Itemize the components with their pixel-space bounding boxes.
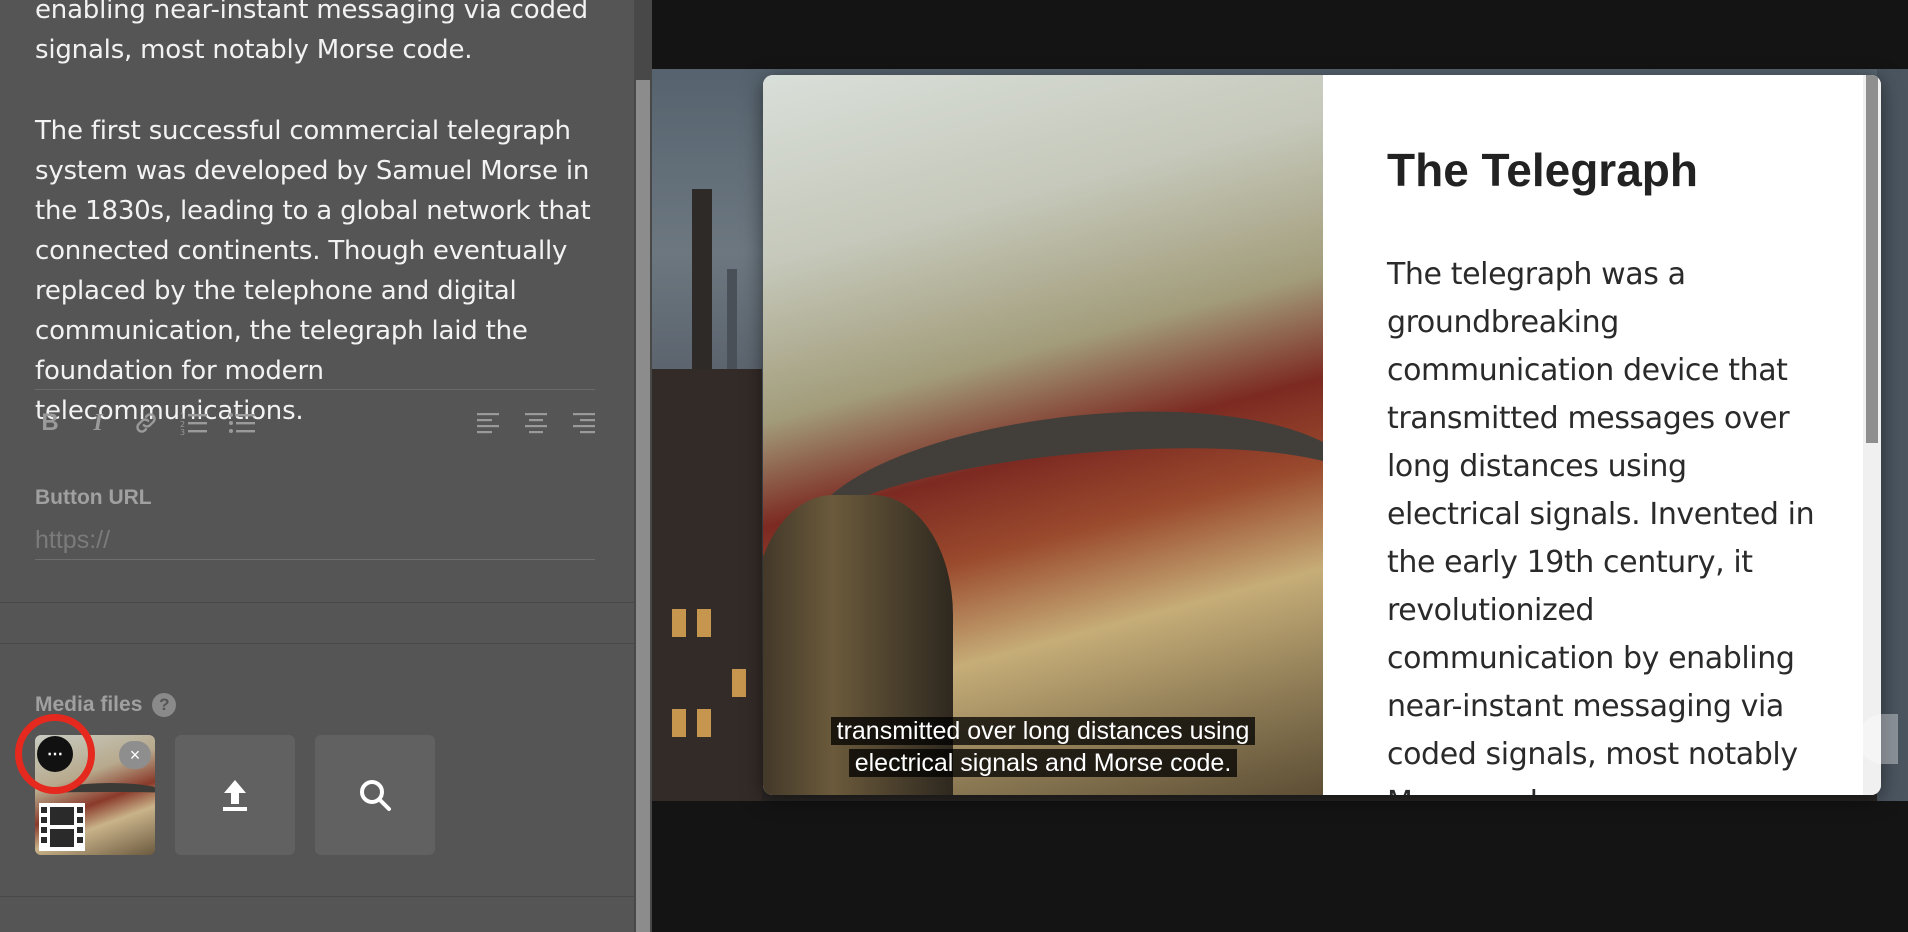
align-right-button[interactable] (564, 405, 604, 441)
caption-line: transmitted over long distances using (830, 717, 1256, 745)
film-icon (39, 803, 85, 851)
text-field-divider (35, 389, 595, 390)
italic-button[interactable]: I (78, 405, 118, 441)
bold-button[interactable]: B (30, 405, 70, 441)
help-icon[interactable]: ? (152, 693, 177, 717)
align-left-icon (477, 413, 499, 434)
ordered-list-button[interactable]: 123 (174, 405, 214, 441)
slide-scrollbar-thumb[interactable] (1866, 75, 1878, 443)
slide-video[interactable]: transmitted over long distances using el… (763, 75, 1323, 795)
button-url-label: Button URL (35, 486, 152, 509)
slide-title: The Telegraph (1387, 144, 1698, 196)
editor-panel: enabling near-instant messaging via code… (0, 0, 634, 932)
slide-body: The telegraph was a groundbreaking commu… (1387, 257, 1815, 795)
align-center-button[interactable] (516, 405, 556, 441)
editor-scrollbar-thumb[interactable] (636, 80, 650, 932)
align-right-icon (573, 413, 595, 434)
align-left-button[interactable] (468, 405, 508, 441)
formatting-toolbar: B I 123 (30, 405, 600, 441)
link-icon (136, 413, 156, 433)
search-media-button[interactable] (315, 735, 435, 855)
align-center-icon (525, 413, 547, 434)
ordered-list-icon: 123 (180, 412, 207, 436)
svg-text:3: 3 (180, 428, 185, 436)
section-divider (0, 602, 634, 603)
remove-media-button[interactable]: × (119, 741, 151, 769)
section-divider (0, 896, 634, 897)
more-icon: ⋯ (47, 746, 63, 763)
editor-text-paragraph[interactable]: The first successful commercial telegrap… (35, 111, 595, 431)
media-more-options-button[interactable]: ⋯ (37, 736, 73, 772)
slide-text-panel: The Telegraph The telegraph was a ground… (1323, 75, 1863, 795)
section-divider (0, 643, 634, 644)
close-icon: × (129, 744, 141, 765)
bullet-list-button[interactable] (222, 405, 262, 441)
search-icon (360, 780, 391, 811)
upload-icon (223, 780, 247, 811)
upload-media-button[interactable] (175, 735, 295, 855)
caption-line: electrical signals and Morse code. (848, 749, 1238, 777)
video-caption: transmitted over long distances using el… (763, 715, 1323, 779)
editor-text-paragraph[interactable]: enabling near-instant messaging via code… (35, 0, 595, 70)
bold-icon: B (41, 409, 59, 436)
italic-icon: I (93, 409, 103, 436)
link-button[interactable] (126, 405, 166, 441)
button-url-input[interactable] (35, 522, 595, 560)
slide-card: transmitted over long distances using el… (763, 75, 1881, 795)
bullet-list-icon (229, 413, 255, 433)
